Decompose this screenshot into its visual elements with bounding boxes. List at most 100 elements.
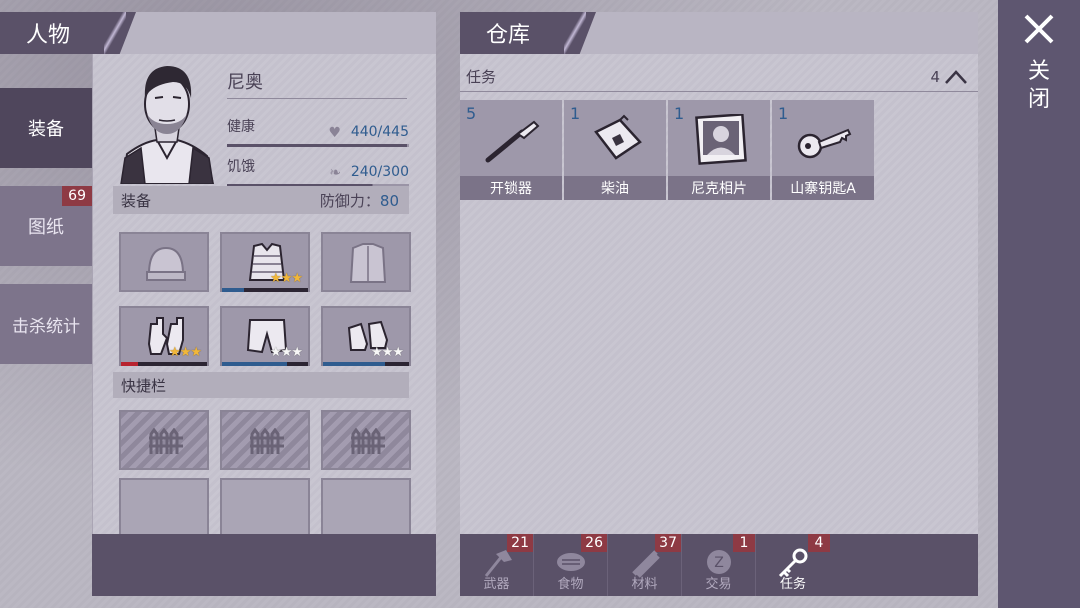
- quick-slot-locked[interactable]: [220, 410, 310, 470]
- category-materials[interactable]: 37 材料: [608, 534, 682, 596]
- item-stars: ★★★: [270, 345, 303, 360]
- item-quantity: 1: [570, 104, 581, 123]
- item-stars: ★★★: [270, 271, 303, 286]
- item-quantity: 5: [466, 104, 477, 123]
- equip-slot-body[interactable]: ★★★: [220, 232, 310, 292]
- quick-slot-locked[interactable]: [119, 410, 209, 470]
- warehouse-title: 仓库: [486, 23, 531, 48]
- category-badge: 1: [733, 534, 755, 552]
- character-header-tab: 人物: [0, 12, 136, 54]
- character-panel: 人物 装备 图纸 69 击杀统计 尼奥 健康 ♥ 440/445 饥饿 ❧ 24…: [0, 12, 436, 596]
- star-icon: ★: [280, 271, 293, 286]
- item-lockpick[interactable]: 5 开锁器: [460, 100, 562, 200]
- health-value: 440/445: [350, 124, 409, 140]
- tab-kill-stats[interactable]: 击杀统计: [0, 284, 92, 364]
- character-title: 人物: [26, 23, 71, 48]
- star-icon: ★: [280, 345, 293, 360]
- equipment-header: 装备 防御力：80: [113, 186, 409, 214]
- equip-slot-legs[interactable]: ★★★: [220, 306, 310, 366]
- category-badge: 4: [808, 534, 830, 552]
- quickbar-label: 快捷栏: [121, 376, 167, 395]
- category-trade[interactable]: 1 Z 交易: [682, 534, 756, 596]
- tab-blueprints-label: 图纸: [28, 217, 64, 238]
- quick-slot-empty[interactable]: [321, 478, 411, 538]
- fence-icon: [250, 428, 284, 454]
- star-icon: ★: [381, 345, 394, 360]
- category-label: 武器: [483, 577, 510, 592]
- character-footer: [92, 534, 436, 596]
- durability-bar: [222, 288, 308, 292]
- equip-slot-hands[interactable]: ★★★: [119, 306, 209, 366]
- item-name: 开锁器: [460, 176, 562, 200]
- quick-slot-locked[interactable]: [321, 410, 411, 470]
- tab-equipment[interactable]: 装备: [0, 88, 92, 168]
- category-weapons[interactable]: 21 武器: [460, 534, 534, 596]
- stomach-icon: ❧: [329, 165, 341, 181]
- star-icon: ★: [190, 345, 202, 360]
- durability-bar: [222, 362, 308, 366]
- section-count: 4: [930, 67, 940, 86]
- equip-slot-feet[interactable]: ★★★: [321, 306, 411, 366]
- beanie-icon: [146, 246, 186, 281]
- section-count-group: 4: [930, 68, 968, 86]
- defense-stat: 防御力：80: [320, 190, 399, 211]
- hunger-value: 240/300: [350, 164, 409, 180]
- star-icon: ★: [169, 345, 181, 360]
- category-bar: 21 武器 26 食物 37 材料 1 Z 交易 4 任务: [460, 534, 978, 596]
- blueprints-count-badge: 69: [62, 186, 92, 206]
- hunger-stat: 饥饿 ❧ 240/300: [227, 156, 409, 187]
- section-header-tasks[interactable]: 任务 4: [460, 62, 978, 92]
- jacket-icon: [349, 243, 387, 283]
- health-stat: 健康 ♥ 440/445: [227, 116, 409, 147]
- equip-slot-head[interactable]: [119, 232, 209, 292]
- key-icon: [797, 128, 852, 159]
- category-food[interactable]: 26 食物: [534, 534, 608, 596]
- close-column: 关闭: [998, 0, 1080, 608]
- star-icon: ★: [270, 345, 282, 360]
- item-name: 山寨钥匙A: [772, 176, 874, 200]
- equip-slot-outer[interactable]: [321, 232, 411, 292]
- fence-icon: [149, 428, 183, 454]
- tab-equipment-label: 装备: [28, 119, 64, 140]
- category-label: 交易: [705, 577, 732, 592]
- section-label: 任务: [466, 68, 497, 86]
- quickbar-header: 快捷栏: [113, 372, 409, 398]
- category-label: 材料: [631, 577, 658, 592]
- character-portrait: [113, 58, 221, 185]
- item-nick-photo[interactable]: 1 尼克相片: [668, 100, 770, 200]
- quick-slot-empty[interactable]: [119, 478, 209, 538]
- close-label[interactable]: 关闭: [1026, 58, 1052, 114]
- category-label: 任务: [779, 577, 806, 592]
- item-name: 柴油: [564, 176, 666, 200]
- defense-value: 80: [379, 191, 399, 210]
- tab-kill-stats-label: 击杀统计: [12, 316, 80, 337]
- category-tasks[interactable]: 4 任务: [756, 534, 830, 596]
- tab-blueprints[interactable]: 图纸 69: [0, 186, 92, 266]
- svg-text:Z: Z: [714, 555, 724, 571]
- warehouse-body: 任务 4 5 开锁器 1 柴油 1 尼克相片 1 山寨钥匙A: [460, 54, 978, 534]
- close-button[interactable]: [1020, 10, 1058, 48]
- item-quantity: 1: [778, 104, 789, 123]
- item-name: 尼克相片: [668, 176, 770, 200]
- star-icon: ★: [179, 345, 192, 360]
- star-icon: ★: [270, 271, 282, 286]
- character-name: 尼奥: [227, 68, 407, 99]
- star-icon: ★: [371, 345, 383, 360]
- quick-slot-empty[interactable]: [220, 478, 310, 538]
- chevron-up-icon[interactable]: [944, 69, 968, 85]
- warehouse-header-tab: 仓库: [460, 12, 596, 54]
- warehouse-panel: 仓库 任务 4 5 开锁器 1 柴油 1 尼克相片 1 山寨钥匙A 21 武器 …: [460, 12, 978, 596]
- item-diesel[interactable]: 1 柴油: [564, 100, 666, 200]
- durability-bar: [323, 362, 409, 366]
- item-fake-key-a[interactable]: 1 山寨钥匙A: [772, 100, 874, 200]
- side-tabs: 装备 图纸 69 击杀统计: [0, 88, 92, 382]
- item-stars: ★★★: [169, 345, 202, 360]
- fuel-canister-icon: [594, 114, 642, 160]
- star-icon: ★: [291, 271, 303, 286]
- heart-icon: ♥: [328, 125, 341, 141]
- star-icon: ★: [392, 345, 404, 360]
- category-label: 食物: [557, 577, 584, 592]
- health-bar: [227, 144, 409, 147]
- star-icon: ★: [291, 345, 303, 360]
- character-area: 尼奥 健康 ♥ 440/445 饥饿 ❧ 240/300 装备 防御力：80 ★…: [92, 54, 436, 538]
